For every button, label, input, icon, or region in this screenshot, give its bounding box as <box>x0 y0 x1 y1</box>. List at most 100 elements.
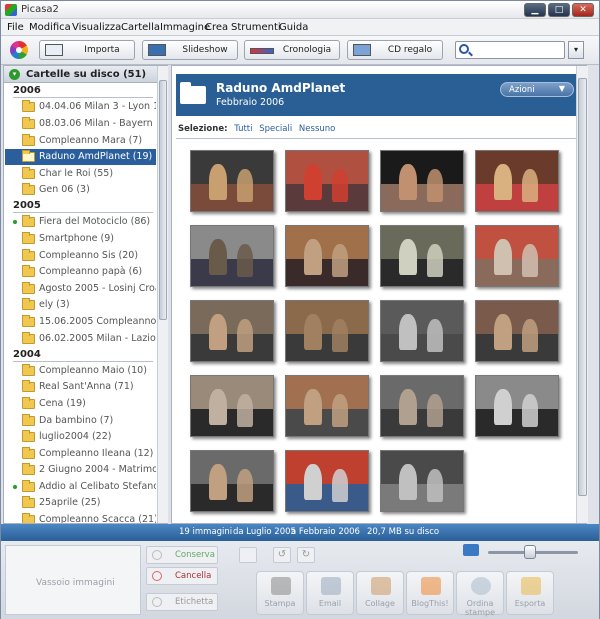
menu-strumenti[interactable]: Strumenti <box>231 22 281 33</box>
photo-thumbnail[interactable] <box>380 150 464 212</box>
folder-item[interactable]: 06.02.2005 Milan - Lazio 2-... <box>5 331 156 347</box>
menu-visualizza[interactable]: Visualizza <box>72 22 121 33</box>
photo-thumbnail[interactable] <box>475 225 559 287</box>
menu-modifica[interactable]: Modifica <box>29 22 71 33</box>
year-header-2005: 2005 <box>13 200 41 211</box>
folder-item[interactable]: luglio2004 (22) <box>5 429 156 445</box>
export-button[interactable]: Esporta <box>506 571 554 615</box>
blogthis-button[interactable]: BlogThis! <box>406 571 454 615</box>
photo-thumbnail[interactable] <box>380 225 464 287</box>
photo-thumbnail[interactable] <box>285 300 369 362</box>
rotate-left-icon[interactable]: ↺ <box>273 547 291 563</box>
printer-icon <box>271 577 291 595</box>
menu-file[interactable]: File <box>7 22 24 33</box>
folder-icon <box>22 249 35 261</box>
import-icon <box>45 44 63 56</box>
folder-item[interactable]: Compleanno Ileana (12) <box>5 446 156 462</box>
order-prints-button[interactable]: Ordina stampe <box>456 571 504 617</box>
folder-icon <box>22 496 35 508</box>
folder-item[interactable]: Fiera del Motociclo (86) <box>5 214 156 230</box>
photo-thumbnail[interactable] <box>380 450 464 512</box>
folder-item[interactable]: Compleanno papà (6) <box>5 264 156 280</box>
folder-item[interactable]: 04.04.06 Milan 3 - Lyon 1 <box>5 99 156 115</box>
photo-thumbnail[interactable] <box>380 300 464 362</box>
import-button[interactable]: Importa <box>39 40 135 60</box>
date-to: a Febbraio 2006 <box>291 527 360 537</box>
keep-button[interactable]: Conserva <box>146 546 218 564</box>
folder-item[interactable]: Compleanno Maio (10) <box>5 363 156 379</box>
folder-item[interactable]: Compleanno Sis (20) <box>5 248 156 264</box>
disk-size: 20,7 MB su disco <box>367 527 440 537</box>
folder-icon <box>22 332 35 344</box>
folder-icon <box>22 232 35 244</box>
folder-item[interactable]: 08.03.06 Milan - Bayern M... <box>5 116 156 132</box>
clear-button[interactable]: Cancella <box>146 567 218 585</box>
year-header-2006: 2006 <box>13 85 41 96</box>
photo-tray[interactable]: Vassoio immagini <box>5 545 141 615</box>
photo-thumbnail[interactable] <box>475 375 559 437</box>
photo-thumbnail[interactable] <box>380 375 464 437</box>
folder-item[interactable]: Agosto 2005 - Losinj Croaz... <box>5 281 156 297</box>
label-button[interactable]: Etichetta <box>146 593 218 611</box>
gift-cd-button[interactable]: CD regalo <box>347 40 443 60</box>
folder-item[interactable]: Da bambino (7) <box>5 413 156 429</box>
date-from: da Luglio 2005 <box>233 527 296 537</box>
photo-thumbnail[interactable] <box>475 300 559 362</box>
folder-item[interactable]: 15.06.2005 Compleanno ... <box>5 314 156 330</box>
folder-item-selected[interactable]: Raduno AmdPlanet (19) <box>5 149 156 165</box>
photo-thumbnail[interactable] <box>190 450 274 512</box>
close-button[interactable]: ✕ <box>572 3 594 17</box>
print-button[interactable]: Stampa <box>256 571 304 615</box>
folder-icon <box>22 447 35 459</box>
folder-icon <box>22 364 35 376</box>
folder-icon <box>22 282 35 294</box>
slideshow-button[interactable]: Slideshow <box>142 40 238 60</box>
photo-thumbnail[interactable] <box>190 375 274 437</box>
folder-item[interactable]: Char le Roi (55) <box>5 166 156 182</box>
menu-guida[interactable]: Guida <box>279 22 308 33</box>
collapse-icon[interactable]: ▾ <box>9 69 20 80</box>
photo-thumbnail[interactable] <box>190 225 274 287</box>
photo-thumbnail[interactable] <box>285 375 369 437</box>
folder-item[interactable]: 25aprile (25) <box>5 495 156 511</box>
email-button[interactable]: Email <box>306 571 354 615</box>
email-icon <box>321 577 341 595</box>
folder-item[interactable]: Compleanno Scacca (21) <box>5 512 156 523</box>
folder-item[interactable]: Gen 06 (3) <box>5 182 156 198</box>
folders-header[interactable]: ▾ Cartelle su disco (51) <box>4 66 157 83</box>
timeline-button[interactable]: Cronologia <box>244 40 340 60</box>
folder-item[interactable]: ely (3) <box>5 297 156 313</box>
slideshow-icon <box>148 44 166 56</box>
search-options-dropdown[interactable]: ▾ <box>568 41 584 59</box>
minimize-button[interactable]: ▁ <box>524 3 546 17</box>
rotate-right-icon[interactable]: ↻ <box>297 547 315 563</box>
photo-grid <box>172 66 576 523</box>
photo-thumbnail[interactable] <box>475 150 559 212</box>
photo-thumbnail[interactable] <box>285 450 369 512</box>
folder-item[interactable]: Cena (19) <box>5 396 156 412</box>
photo-thumbnail[interactable] <box>190 300 274 362</box>
maximize-button[interactable]: □ <box>548 3 570 17</box>
album-scrollbar[interactable] <box>576 66 588 523</box>
folder-icon <box>22 117 35 129</box>
folder-item[interactable]: Compleanno Mara (7) <box>5 133 156 149</box>
folder-item[interactable]: Smartphone (9) <box>5 231 156 247</box>
folder-item[interactable]: Addio al Celibato Stefano ... <box>5 479 156 495</box>
export-icon <box>521 577 541 595</box>
menu-immagine[interactable]: Immagine <box>160 22 210 33</box>
blank-button[interactable] <box>239 547 257 563</box>
folder-scrollbar[interactable] <box>157 66 168 523</box>
folder-icon <box>22 397 35 409</box>
folder-item[interactable]: 2 Giugno 2004 - Matrimoni... <box>5 462 156 478</box>
photo-thumbnail[interactable] <box>285 225 369 287</box>
photo-thumbnail[interactable] <box>285 150 369 212</box>
menu-crea[interactable]: Crea <box>205 22 228 33</box>
collage-button[interactable]: Collage <box>356 571 404 615</box>
scrollbar-thumb[interactable] <box>578 78 587 496</box>
photo-thumbnail[interactable] <box>190 150 274 212</box>
menu-cartella[interactable]: Cartella <box>121 22 160 33</box>
zoom-slider-handle[interactable] <box>524 545 536 559</box>
scrollbar-thumb[interactable] <box>159 80 167 320</box>
folder-item[interactable]: Real Sant'Anna (71) <box>5 379 156 395</box>
folder-icon <box>22 380 35 392</box>
